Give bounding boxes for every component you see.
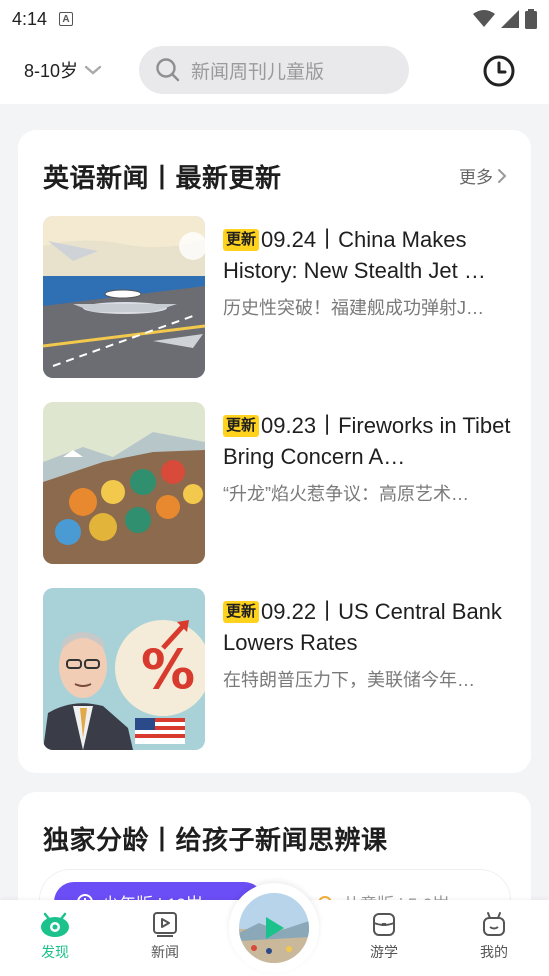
chevron-right-icon bbox=[498, 168, 507, 183]
news-title: 更新 09.23丨Fireworks in Tibet Bring Concern… bbox=[223, 413, 511, 469]
update-badge: 更新 bbox=[223, 415, 260, 437]
news-item[interactable]: % 更新09.22丨US Central Bank Lowers Rates bbox=[43, 588, 513, 750]
robot-profile-icon bbox=[483, 912, 505, 936]
news-subtitle: “升龙”焰火惹争议：高原艺术… bbox=[223, 484, 469, 504]
signal-icon bbox=[501, 10, 519, 28]
news-thumbnail-fed: % bbox=[43, 588, 205, 750]
section-title: 英语新闻丨最新更新 bbox=[43, 163, 282, 193]
more-link[interactable]: 更多 bbox=[459, 163, 507, 188]
notification-a-icon: A bbox=[59, 12, 74, 26]
update-badge: 更新 bbox=[223, 229, 260, 251]
center-play-thumbnail bbox=[239, 893, 309, 963]
nav-profile[interactable]: 我的 bbox=[454, 910, 534, 962]
news-text: 更新 09.24丨China Makes History: New Stealth… bbox=[223, 224, 513, 320]
battery-icon bbox=[525, 9, 537, 29]
nav-label: 我的 bbox=[480, 944, 508, 960]
news-subtitle: 在特朗普压力下，美联储今年… bbox=[223, 670, 475, 690]
more-label: 更多 bbox=[459, 168, 493, 187]
news-thumbnail-jets bbox=[43, 216, 205, 378]
update-badge: 更新 bbox=[223, 601, 260, 623]
chevron-down-icon bbox=[84, 65, 102, 75]
nav-label: 游学 bbox=[370, 944, 398, 960]
discover-icon bbox=[41, 912, 69, 937]
backpack-icon bbox=[373, 913, 395, 936]
age-group-selector[interactable]: 8-10岁 bbox=[24, 57, 102, 83]
history-clock-icon[interactable] bbox=[482, 54, 516, 88]
news-subtitle: 历史性突破！福建舰成功弹射J… bbox=[223, 298, 484, 318]
section-title: 独家分龄丨给孩子新闻思辨课 bbox=[43, 825, 388, 855]
news-title: 更新 09.24丨China Makes History: New Stealth… bbox=[223, 227, 486, 283]
news-item[interactable]: 更新 09.23丨Fireworks in Tibet Bring Concern… bbox=[43, 402, 513, 564]
english-news-card: 英语新闻丨最新更新 更多 更新 09.24丨China Makes Histor… bbox=[18, 130, 531, 773]
nav-label: 发现 bbox=[41, 944, 69, 960]
age-group-label: 8-10岁 bbox=[24, 61, 79, 81]
top-header: 8-10岁 新闻周刊儿童版 bbox=[0, 38, 549, 104]
nav-study-tour[interactable]: 游学 bbox=[344, 910, 424, 962]
news-play-icon bbox=[153, 912, 177, 937]
news-text: 更新 09.22丨US Central Bank Lowers Rates 在特朗… bbox=[223, 596, 513, 692]
news-title: 更新 09.22丨US Central Bank Lowers Rates bbox=[223, 599, 502, 655]
center-play-button[interactable] bbox=[229, 883, 319, 973]
nav-discover[interactable]: 发现 bbox=[15, 910, 95, 962]
search-icon bbox=[156, 58, 180, 82]
status-time: 4:14 bbox=[12, 8, 48, 29]
nav-news[interactable]: 新闻 bbox=[125, 910, 205, 962]
search-input[interactable]: 新闻周刊儿童版 bbox=[139, 46, 409, 94]
news-text: 更新 09.23丨Fireworks in Tibet Bring Concern… bbox=[223, 410, 513, 506]
news-thumbnail-fireworks bbox=[43, 402, 205, 564]
wifi-icon bbox=[473, 10, 495, 27]
nav-label: 新闻 bbox=[151, 944, 179, 960]
status-icons bbox=[473, 9, 537, 29]
status-bar: 4:14 A bbox=[0, 0, 549, 38]
news-item[interactable]: 更新 09.24丨China Makes History: New Stealth… bbox=[43, 216, 513, 378]
svg-text:%: % bbox=[141, 638, 195, 701]
search-placeholder: 新闻周刊儿童版 bbox=[191, 61, 325, 83]
